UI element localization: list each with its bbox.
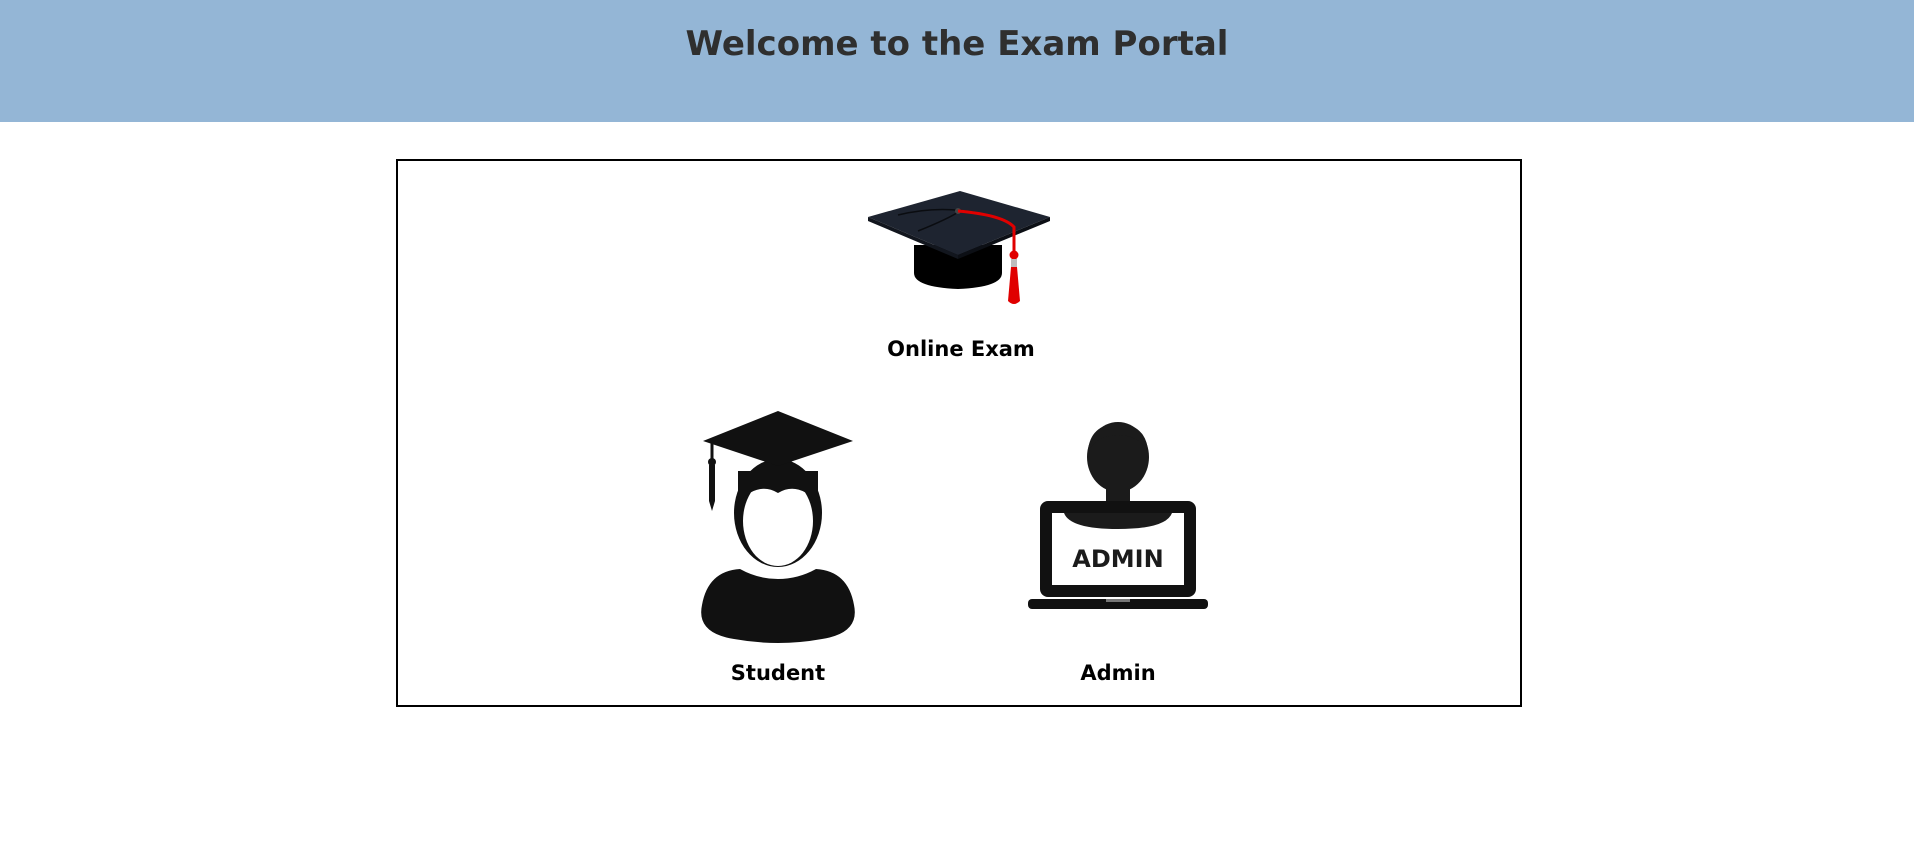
graduate-student-icon[interactable] <box>678 411 878 651</box>
online-exam-logo: Online Exam <box>868 183 1054 361</box>
student-label[interactable]: Student <box>678 661 878 685</box>
online-exam-label: Online Exam <box>887 337 1035 361</box>
graduation-cap-icon <box>868 191 1050 304</box>
portal-panel: Online Exam Student ADMIN Admin <box>396 159 1522 707</box>
admin-label[interactable]: Admin <box>1028 661 1208 685</box>
student-role-card[interactable]: Student <box>678 411 878 685</box>
admin-screen-text: ADMIN <box>1072 545 1163 573</box>
page-title: Welcome to the Exam Portal <box>685 24 1229 64</box>
page-header: Welcome to the Exam Portal <box>0 0 1914 122</box>
admin-role-card[interactable]: ADMIN Admin <box>1028 421 1208 685</box>
admin-laptop-icon[interactable]: ADMIN <box>1028 421 1208 621</box>
